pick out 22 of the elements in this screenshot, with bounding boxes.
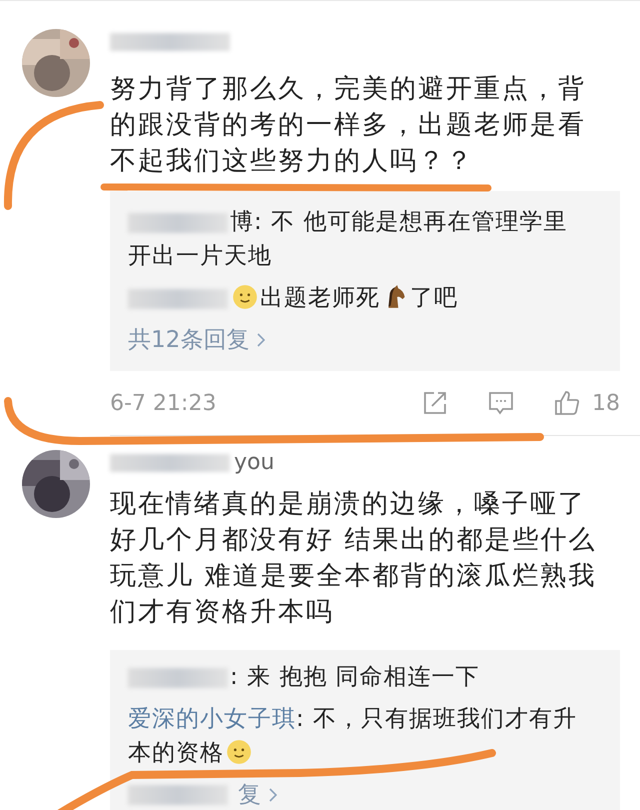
reply-author[interactable]: 爱深的小女子琪 (128, 706, 296, 732)
share-icon[interactable] (422, 390, 448, 416)
comment-text: 现在情绪真的是崩溃的边缘，嗓子哑了好几个月都没有好 结果出的都是些什么玩意儿 难道是要全本都背的滚瓜烂熟我们才有资格升本吗 (110, 488, 598, 629)
more-replies-link[interactable]: 复 (238, 778, 261, 810)
reply-text: 出题老师死 (260, 284, 380, 313)
like-count: 18 (592, 390, 620, 416)
username[interactable]: you (234, 450, 274, 476)
reply-text: 开出一片天地 (128, 242, 272, 271)
reply-text: : 来 抱抱 同命相连一下 (230, 663, 480, 692)
chevron-icon (269, 788, 277, 802)
reply-text: 博: 不 他可能是想再在管理学里 (230, 208, 568, 237)
reply-text: 了吧 (410, 284, 458, 313)
smiley-icon (226, 739, 252, 765)
reply-text: : 不，只有据班我们才有升 (296, 705, 578, 734)
thumbs-up-icon[interactable] (554, 390, 580, 416)
reply-text: 本的资格 (128, 739, 224, 768)
comment-icon[interactable] (488, 390, 514, 416)
timestamp: 6-7 21:23 (110, 390, 216, 416)
smiley-icon (232, 284, 258, 310)
more-replies-link[interactable]: 共12条回复 (128, 323, 250, 357)
chevron-icon (257, 333, 266, 347)
comment-text: 努力背了那么久，完美的避开重点，背的跟没背的考的一样多，出题老师是看不起我们这些努力的人吗？？ (110, 73, 587, 178)
